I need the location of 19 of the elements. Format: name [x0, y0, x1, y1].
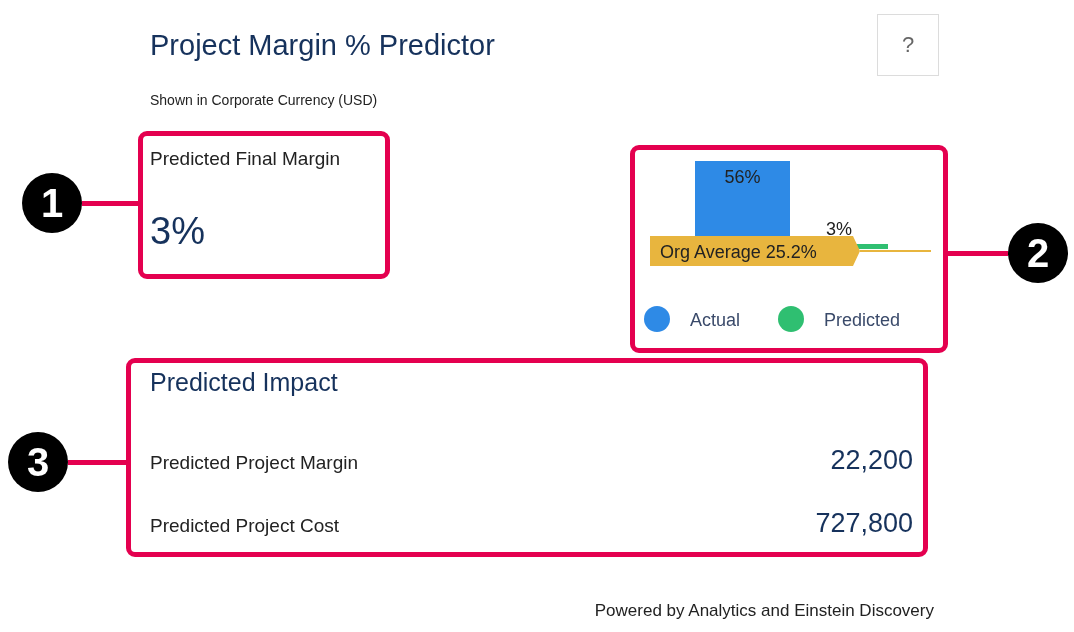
legend-label: Actual [690, 310, 741, 330]
powered-by-note: Powered by Analytics and Einstein Discovery [594, 601, 934, 621]
legend-label: Predicted [824, 310, 901, 330]
org-average-label: Org Average 25.2% [660, 242, 817, 262]
widget-title: Project Margin % Predictor [150, 28, 495, 62]
final-margin-label: Predicted Final Margin [150, 148, 341, 170]
currency-note: Shown in Corporate Currency (USD) [150, 92, 379, 108]
value-label: 3% [826, 219, 852, 239]
impact-label: Predicted Project Cost [150, 515, 340, 537]
impact-value: 727,800 [815, 508, 913, 539]
callout-number: 3 [8, 432, 68, 492]
final-margin-value: 3% [150, 210, 206, 253]
callout-number: 2 [1008, 223, 1068, 283]
impact-label: Predicted Project Margin [150, 452, 359, 474]
impact-value: 22,200 [830, 445, 913, 476]
value-label: 56% [724, 167, 761, 187]
callout-number: 1 [22, 173, 82, 233]
help-button[interactable]: ? [877, 14, 939, 76]
impact-heading: Predicted Impact [150, 368, 339, 397]
